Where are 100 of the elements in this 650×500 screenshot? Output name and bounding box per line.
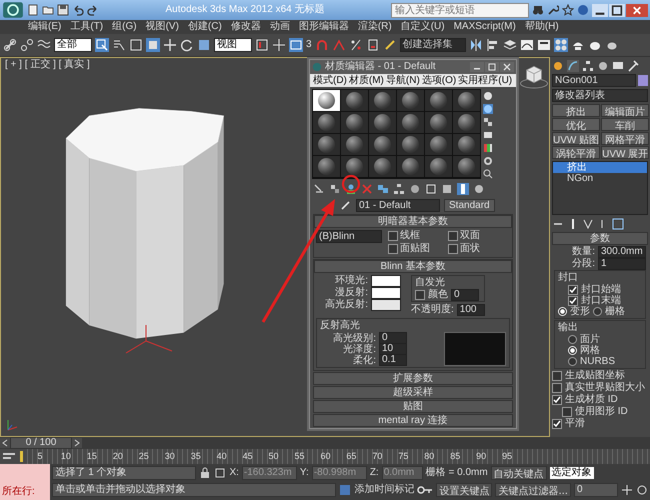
curve-editor-icon[interactable] [520, 38, 534, 52]
mirror-icon[interactable] [468, 38, 483, 52]
checkbox[interactable] [568, 296, 578, 306]
rollout-header[interactable]: 明暗器基本参数 [314, 215, 512, 228]
percent-icon[interactable] [348, 38, 363, 52]
rotate-icon[interactable] [180, 38, 194, 52]
modifier-list-dropdown[interactable]: 修改器列表 [552, 89, 648, 102]
lock-icon[interactable] [199, 467, 212, 479]
snap-toggle[interactable]: 3 [306, 39, 312, 51]
link-icon[interactable] [3, 38, 17, 52]
number-field[interactable]: 0 [451, 288, 479, 300]
checkbox[interactable] [552, 394, 562, 404]
checkbox[interactable] [552, 382, 562, 392]
checkbox[interactable] [552, 418, 562, 428]
material-slot[interactable] [341, 134, 368, 155]
menu-item[interactable]: 选项(O) [422, 74, 456, 86]
binoculars-icon[interactable] [532, 4, 544, 16]
material-slot[interactable] [425, 112, 452, 133]
modifier-button[interactable]: 网格平滑 [601, 132, 650, 145]
menu-item[interactable]: 工具(T) [70, 21, 104, 33]
number-field[interactable]: 0 [379, 332, 407, 344]
radio-button[interactable] [568, 357, 577, 366]
color-swatch[interactable] [371, 274, 401, 286]
search-field[interactable]: 输入关键字或短语 [391, 2, 529, 18]
modifier-button[interactable]: UVW 展开 [601, 146, 650, 159]
material-slot[interactable] [425, 90, 452, 111]
add-time-tag-text[interactable]: 添加时间标记 [354, 484, 414, 496]
checkbox[interactable] [388, 231, 398, 241]
create-icon[interactable] [552, 60, 564, 72]
color-swatch[interactable] [371, 298, 401, 310]
display-icon[interactable] [612, 60, 624, 72]
menu-item[interactable]: 编辑(E) [28, 21, 62, 33]
menu-item[interactable]: 帮助(H) [524, 21, 559, 33]
rollout-header[interactable]: mental ray 连接 [313, 414, 513, 427]
checkbox[interactable] [552, 370, 562, 380]
color-swatch[interactable] [371, 286, 401, 298]
layers-icon[interactable] [502, 38, 517, 52]
new-file-icon[interactable] [27, 4, 39, 16]
material-slot[interactable] [369, 134, 396, 155]
material-slot[interactable] [369, 90, 396, 111]
hierarchy-icon[interactable] [582, 60, 594, 72]
auto-key-button[interactable]: 自动关键点 [490, 466, 547, 480]
modifier-button[interactable]: 优化 [552, 118, 600, 131]
align-icon[interactable] [486, 38, 500, 52]
hierarchy-icon[interactable] [393, 183, 405, 195]
object-name-field[interactable]: NGon001 [552, 74, 636, 87]
time-slider-thumb[interactable]: 0 / 100 [10, 437, 72, 449]
menu-item[interactable]: 自定义(U) [400, 21, 445, 33]
eyedropper-icon[interactable] [340, 199, 352, 211]
material-type-button[interactable]: Standard [444, 198, 495, 212]
modifier-button[interactable]: 涡轮平滑 [552, 146, 600, 159]
app-logo-icon[interactable] [2, 1, 24, 19]
menu-item[interactable]: 视图(V) [146, 21, 179, 33]
material-slot[interactable] [369, 112, 396, 133]
save-icon[interactable] [57, 4, 69, 16]
modify-icon[interactable] [567, 60, 579, 72]
material-slot[interactable] [369, 156, 396, 177]
menu-item[interactable]: 模式(D) [313, 74, 347, 86]
modifier-stack-item[interactable]: 挤出 [553, 162, 647, 173]
checkbox[interactable] [568, 284, 578, 294]
rollout-header[interactable]: 扩展参数 [313, 372, 513, 385]
checkbox[interactable] [448, 244, 458, 254]
close-icon[interactable] [626, 4, 648, 16]
material-slot[interactable] [313, 90, 340, 111]
modifier-stack-item[interactable]: NGon [553, 173, 647, 184]
show-map-icon[interactable] [425, 183, 437, 195]
checkbox[interactable] [415, 290, 425, 300]
material-slot[interactable] [313, 156, 340, 177]
viewport-label[interactable]: [ + ] [ 正交 ] [ 真实 ] [5, 59, 90, 71]
menu-item[interactable]: 动画 [270, 21, 290, 33]
menu-item[interactable]: 渲染(R) [358, 21, 392, 33]
menu-item[interactable]: 材质(M) [348, 74, 384, 86]
material-slot[interactable] [397, 156, 424, 177]
material-slot[interactable] [425, 134, 452, 155]
undo-icon[interactable] [72, 4, 84, 16]
checkbox[interactable] [562, 406, 572, 416]
material-slot[interactable] [313, 112, 340, 133]
star-icon[interactable] [562, 4, 574, 16]
checker-icon[interactable] [483, 117, 493, 127]
material-slot[interactable] [453, 156, 480, 177]
wrench-icon[interactable] [547, 4, 559, 16]
magnifier-icon[interactable] [483, 169, 493, 179]
material-name-field[interactable]: 01 - Default [356, 198, 440, 212]
key-target-dropdown[interactable]: 选定对象 [550, 467, 594, 479]
menu-item[interactable]: 图形编辑器 [298, 21, 349, 33]
material-slot[interactable] [341, 156, 368, 177]
redo-icon[interactable] [87, 4, 99, 16]
reference-coordinate-dropdown[interactable]: 视图 [214, 38, 252, 52]
timeline-ruler[interactable]: 5 10 15 20 25 30 35 40 45 50 55 60 65 70 75 80 85 90 95 [27, 449, 650, 464]
modifier-button[interactable]: 车削 [601, 118, 650, 131]
sphere-icon[interactable] [483, 91, 493, 101]
material-slot[interactable] [453, 112, 480, 133]
menu-item[interactable]: 修改器 [230, 21, 261, 33]
radio-button[interactable] [568, 335, 577, 344]
material-slot[interactable] [341, 90, 368, 111]
minimize-icon[interactable] [592, 4, 608, 16]
gear-icon[interactable] [483, 156, 493, 166]
rollout-header[interactable]: 超级采样 [313, 386, 513, 399]
maximize-icon[interactable] [609, 4, 625, 16]
previous-frame-button[interactable] [0, 438, 10, 448]
